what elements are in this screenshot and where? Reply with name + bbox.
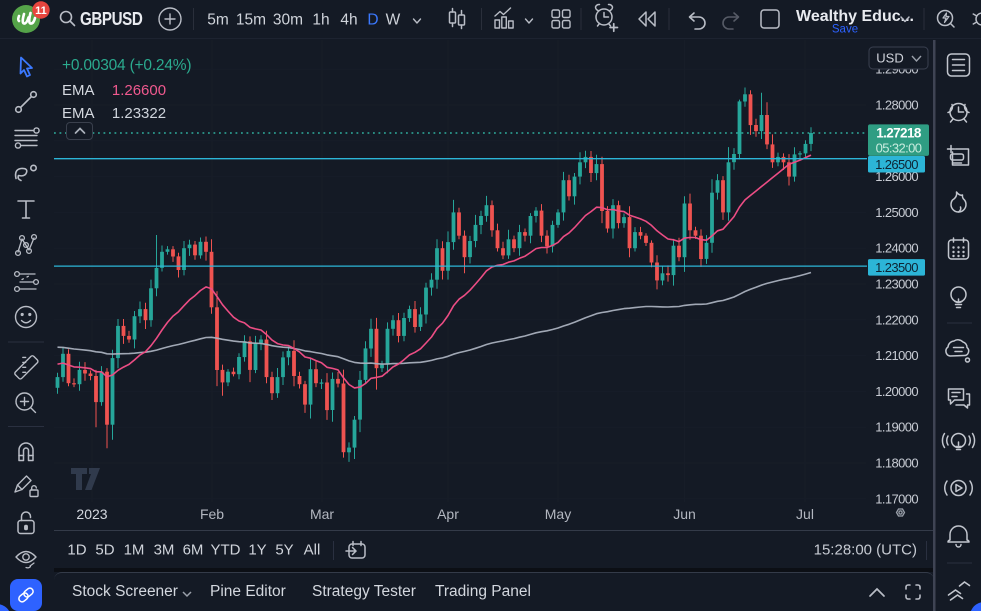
svg-text:1.23500: 1.23500 (875, 260, 918, 275)
svg-text:Mar: Mar (310, 506, 334, 522)
svg-text:Feb: Feb (200, 506, 224, 522)
svg-text:1.20000: 1.20000 (875, 384, 918, 399)
svg-text:15m: 15m (236, 12, 266, 29)
svg-text:1.23000: 1.23000 (875, 277, 918, 292)
svg-text:GBPUSD: GBPUSD (80, 9, 143, 30)
svg-text:1.22000: 1.22000 (875, 312, 918, 327)
svg-text:1h: 1h (312, 12, 329, 29)
svg-text:1.25000: 1.25000 (875, 205, 918, 220)
svg-text:USD: USD (876, 51, 903, 66)
svg-text:Apr: Apr (437, 506, 459, 522)
svg-text:1.21000: 1.21000 (875, 348, 918, 363)
svg-text:4h: 4h (340, 12, 357, 29)
svg-text:Wealthy Educ...: Wealthy Educ... (796, 8, 914, 25)
svg-text:D: D (367, 12, 378, 29)
svg-text:30m: 30m (273, 12, 303, 29)
svg-text:May: May (545, 506, 571, 522)
svg-text:Jul: Jul (796, 506, 814, 522)
svg-text:1.17000: 1.17000 (875, 491, 918, 506)
svg-text:5m: 5m (207, 12, 229, 29)
svg-text:Save: Save (832, 24, 858, 36)
svg-text:1.18000: 1.18000 (875, 456, 918, 471)
svg-text:1.28000: 1.28000 (875, 98, 918, 113)
svg-text:1.27218: 1.27218 (876, 125, 922, 140)
svg-text:Jun: Jun (673, 506, 696, 522)
svg-text:2023: 2023 (76, 506, 107, 522)
svg-text:W: W (386, 12, 401, 29)
svg-text:1.19000: 1.19000 (875, 420, 918, 435)
svg-text:1.24000: 1.24000 (875, 241, 918, 256)
svg-text:1.26500: 1.26500 (875, 157, 918, 172)
svg-text:05:32:00: 05:32:00 (876, 140, 922, 155)
